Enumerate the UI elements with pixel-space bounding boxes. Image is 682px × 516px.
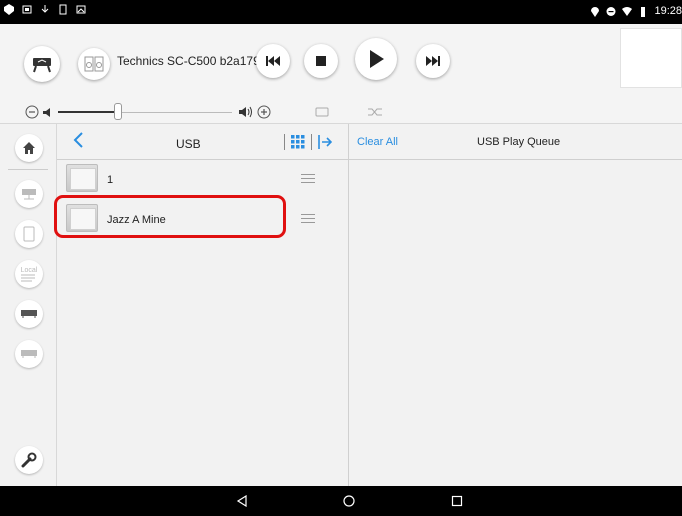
play-queue-panel: Clear All USB Play Queue [349, 124, 682, 486]
wrench-icon [21, 452, 37, 468]
local-label: Local [21, 267, 38, 274]
speaker-network-icon [33, 58, 51, 73]
album-art [620, 28, 682, 88]
settings-button[interactable] [15, 446, 43, 474]
play-icon [370, 50, 384, 68]
selection-highlight [54, 195, 286, 238]
item-menu-icon[interactable] [301, 174, 315, 184]
tool-separator [311, 134, 312, 150]
local-music-button[interactable]: Local [15, 260, 43, 288]
speaker-loud-icon [239, 106, 252, 118]
tuner-icon [21, 350, 37, 358]
play-button[interactable] [355, 38, 397, 80]
grid-view-icon[interactable] [291, 135, 305, 149]
status-time: 19:28 [654, 5, 682, 17]
browser-header: USB [57, 124, 349, 160]
recents-icon[interactable] [451, 495, 463, 507]
folder-icon [66, 164, 98, 192]
vpn-icon [4, 4, 14, 15]
cd-source-button[interactable] [15, 300, 43, 328]
volume-up-icon[interactable] [257, 105, 271, 119]
stop-icon [316, 56, 326, 66]
tool-separator [284, 134, 285, 150]
volume-slider-thumb[interactable] [114, 103, 122, 120]
network-server-icon [22, 189, 36, 200]
skip-previous-icon [266, 56, 280, 66]
list-item[interactable]: 1 [57, 160, 349, 198]
exit-to-queue-icon[interactable] [318, 134, 332, 150]
queue-header: Clear All USB Play Queue [349, 124, 682, 160]
previous-track-button[interactable] [256, 44, 290, 78]
left-navigation: Local [0, 124, 57, 486]
local-music-icon: Local [21, 267, 38, 282]
speaker-select-button[interactable] [24, 46, 60, 82]
wifi-icon [622, 6, 633, 16]
mobile-device-button[interactable] [15, 220, 43, 248]
download-icon [41, 5, 49, 13]
cd-player-icon [21, 310, 37, 318]
browser-tools [284, 134, 332, 150]
do-not-disturb-icon [606, 6, 616, 16]
tablet-icon [23, 226, 35, 242]
list-item-label: 1 [107, 174, 114, 186]
speaker-muted-icon [43, 108, 50, 117]
status-bar: 19:28 [0, 0, 682, 24]
back-icon[interactable] [236, 495, 248, 507]
volume-level [58, 111, 118, 113]
radio-source-button[interactable] [15, 340, 43, 368]
back-chevron-icon[interactable] [69, 130, 89, 150]
gallery-icon [76, 5, 86, 14]
shuffle-icon[interactable] [368, 107, 382, 117]
repeat-icon[interactable] [315, 107, 329, 117]
device-name: Technics SC-C500 b2a179 [117, 54, 260, 68]
stereo-speakers-icon [84, 56, 104, 72]
next-track-button[interactable] [416, 44, 450, 78]
home-icon [23, 142, 35, 154]
network-source-button[interactable] [15, 180, 43, 208]
home-circle-icon[interactable] [343, 495, 355, 507]
item-menu-icon[interactable] [301, 214, 315, 224]
browser-panel: USB 1 Jazz A Mine [57, 124, 349, 486]
volume-down-icon[interactable] [25, 105, 39, 119]
battery-icon [641, 6, 646, 17]
stop-button[interactable] [304, 44, 338, 78]
nav-divider [8, 169, 48, 170]
clear-all-button[interactable]: Clear All [357, 136, 398, 148]
sim-icon [59, 4, 67, 15]
system-navigation-bar [0, 486, 682, 516]
screenshot-icon [22, 5, 32, 14]
browser-title: USB [176, 137, 201, 151]
location-icon [591, 6, 600, 17]
skip-next-icon [426, 56, 440, 66]
home-button[interactable] [15, 134, 43, 162]
speaker-device-button[interactable] [78, 48, 110, 80]
queue-title: USB Play Queue [477, 136, 561, 148]
